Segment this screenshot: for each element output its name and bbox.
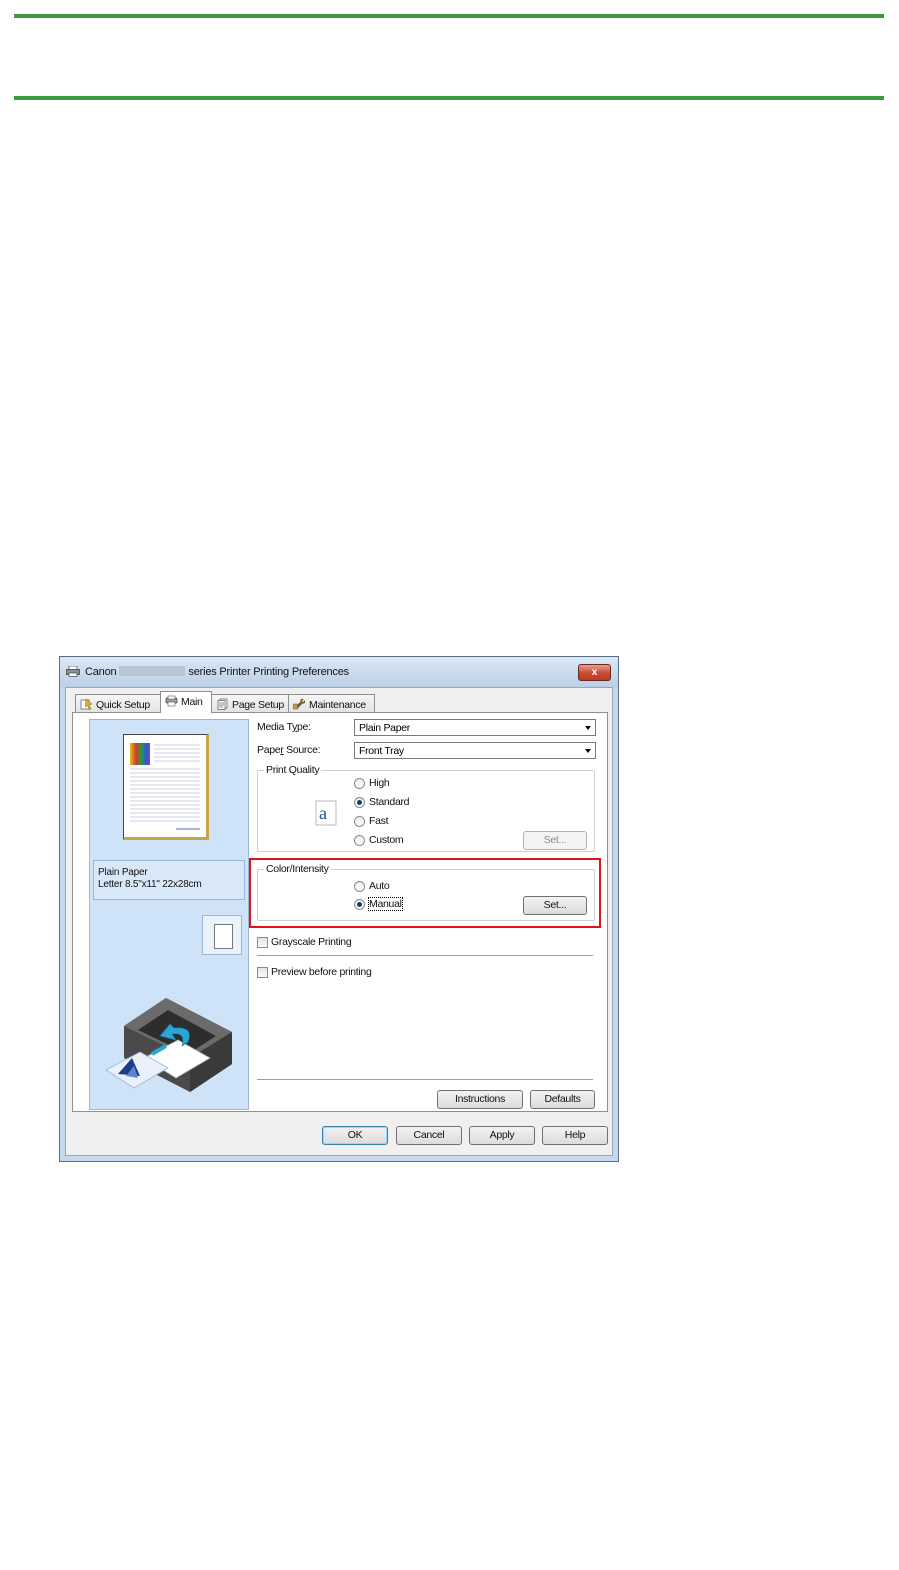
preview-label: Preview before printing [271,966,372,978]
tab-quick-setup[interactable]: Quick Setup [75,694,161,712]
printer-icon [66,666,80,677]
quality-fast-radio[interactable] [354,816,365,827]
quality-custom-radio[interactable] [354,835,365,846]
grayscale-checkbox[interactable] [257,937,268,948]
media-type-label: Media Type: [257,721,311,733]
grayscale-label: Grayscale Printing [271,936,352,948]
tab-maintenance[interactable]: Maintenance [288,694,375,712]
dialog-client-area: Quick Setup Main Page Setup Maintenance [65,687,613,1156]
tab-page-setup[interactable]: Page Setup [211,694,289,712]
apply-button[interactable]: Apply [469,1126,535,1145]
maintenance-icon [293,699,305,710]
header-rule-top [14,14,884,18]
color-intensity-group: Color/Intensity Auto Manual Set... [257,863,595,921]
color-manual-label: Manual [368,897,403,911]
help-button[interactable]: Help [542,1126,608,1145]
print-quality-title: Print Quality [264,764,322,776]
color-manual-radio[interactable] [354,899,365,910]
print-preview-panel: Plain Paper Letter 8.5"x11" 22x28cm [89,719,249,1110]
main-tab-panel: Plain Paper Letter 8.5"x11" 22x28cm Medi… [72,712,608,1112]
title-bar: Canon series Printer Printing Preferences… [60,657,618,687]
color-intensity-title: Color/Intensity [264,863,331,875]
color-set-button[interactable]: Set... [523,896,587,915]
tab-label: Maintenance [309,699,366,711]
page-preview-image [123,734,209,840]
header-rule-bottom [14,96,884,100]
redacted-model-name [119,666,186,676]
window-title: Canon series Printer Printing Preferences [85,666,349,678]
orientation-icon [202,915,242,955]
close-icon: x [591,667,598,678]
print-quality-group: Print Quality a High Standard Fast Custo… [257,764,595,852]
chevron-down-icon [585,726,591,730]
quality-custom-label: Custom [369,834,404,846]
separator-line [257,955,593,957]
cancel-button[interactable]: Cancel [396,1126,462,1145]
printer-illustration-icon [105,998,232,1092]
paper-info-box: Plain Paper Letter 8.5"x11" 22x28cm [93,860,245,900]
instructions-button[interactable]: Instructions [437,1090,523,1109]
close-button[interactable]: x [578,664,611,681]
paper-source-label: Paper Source: [257,744,321,756]
media-type-dropdown[interactable]: Plain Paper [354,719,596,736]
quality-standard-radio[interactable] [354,797,365,808]
paper-size-text: Letter 8.5"x11" 22x28cm [98,879,202,890]
page-setup-icon [217,698,228,710]
printing-preferences-dialog: Canon series Printer Printing Preferences… [59,656,619,1162]
main-tab-icon [165,695,178,707]
page-preview-graphic [130,743,200,830]
paper-type-text: Plain Paper [98,867,148,878]
tab-label: Quick Setup [96,699,150,711]
tab-label: Main [181,696,203,708]
quality-high-label: High [369,777,390,789]
tab-main[interactable]: Main [160,691,212,713]
defaults-button[interactable]: Defaults [530,1090,595,1109]
quality-standard-label: Standard [369,796,410,808]
quality-high-radio[interactable] [354,778,365,789]
paper-source-dropdown[interactable]: Front Tray [354,742,596,759]
chevron-down-icon [585,749,591,753]
preview-checkbox[interactable] [257,967,268,978]
quick-setup-icon [80,698,93,710]
ok-button[interactable]: OK [322,1126,388,1145]
color-auto-radio[interactable] [354,881,365,892]
quality-set-button[interactable]: Set... [523,831,587,850]
svg-text:a: a [319,803,327,823]
color-auto-label: Auto [369,880,390,892]
separator-line-bottom [257,1079,593,1081]
quality-fast-label: Fast [369,815,389,827]
tab-label: Page Setup [232,699,284,711]
quality-a-icon: a [315,800,337,826]
